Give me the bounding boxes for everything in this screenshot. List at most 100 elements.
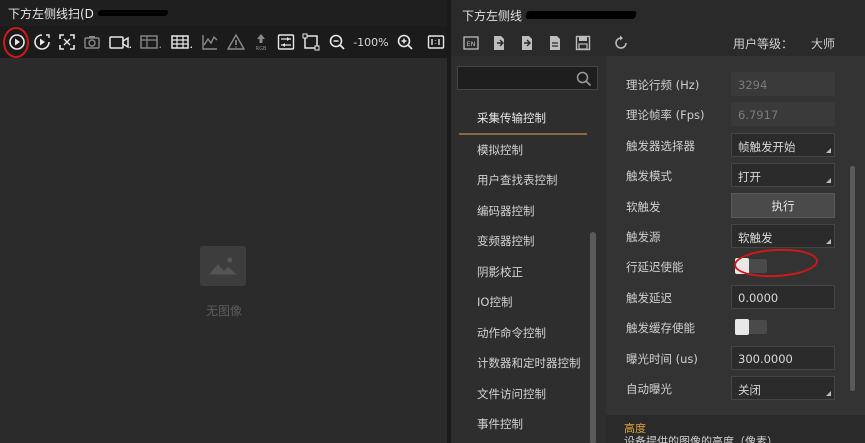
image-toolbar: RGB -100% [0, 26, 447, 58]
category-list: 采集传输控制 模拟控制 用户查找表控制 编码器控制 变频器控制 阴影校正 IO控… [459, 104, 587, 440]
toggle-knob [735, 319, 749, 335]
auto-exposure-dropdown[interactable]: 关闭 [731, 376, 835, 400]
category-item[interactable]: 用户查找表控制 [459, 165, 587, 196]
rgb-upload-icon: RGB [256, 34, 267, 51]
record-button[interactable] [107, 31, 134, 53]
property-row: 触发源 软触发 [606, 221, 846, 251]
document-icon [550, 36, 560, 50]
category-item[interactable]: 模拟控制 [459, 135, 587, 166]
description-panel: 高度 设备提供的图像的高度（像素） [606, 415, 865, 443]
zoom-out-icon [329, 34, 345, 50]
import-button[interactable] [488, 32, 510, 54]
grid-button[interactable] [169, 31, 196, 53]
video-camera-icon [109, 36, 132, 49]
settings-panel-button[interactable] [276, 31, 297, 53]
trigger-mode-dropdown[interactable]: 打开 [731, 163, 835, 187]
right-titlebar: 下方左侧线 [451, 0, 865, 30]
zoom-in-button[interactable] [395, 31, 416, 53]
description-text: 设备提供的图像的高度（像素） [624, 435, 778, 443]
grid-icon [171, 35, 193, 49]
property-row: 触发器选择器 帧触发开始 [606, 130, 846, 160]
category-scrollbar[interactable] [590, 232, 596, 443]
zoom-in-icon [397, 34, 413, 50]
en-icon: EN [463, 36, 479, 50]
overlay-grid-button[interactable] [138, 31, 165, 53]
trigger-source-dropdown[interactable]: 软触发 [731, 224, 835, 248]
property-scrollbar[interactable] [850, 166, 855, 391]
property-grid: 理论行频 (Hz) 3294 理论帧率 (Fps) 6.7917 触发器选择器 … [606, 56, 865, 443]
property-row: 触发模式 打开 [606, 160, 846, 190]
toggle-knob [735, 258, 749, 274]
property-row: 行延迟使能 [606, 251, 846, 281]
histogram-button[interactable] [200, 31, 221, 53]
user-level-select[interactable]: 大师 [811, 35, 835, 52]
table-icon [140, 35, 162, 49]
trigger-selector-dropdown[interactable]: 帧触发开始 [731, 133, 835, 157]
property-row: 理论行频 (Hz) 3294 [606, 69, 846, 99]
category-item[interactable]: 事件控制 [459, 409, 587, 440]
category-item[interactable]: 文件访问控制 [459, 379, 587, 410]
search-input[interactable] [457, 66, 598, 90]
warning-button[interactable] [225, 31, 246, 53]
trigger-cache-enable-toggle[interactable] [735, 319, 767, 335]
save-button[interactable] [572, 32, 594, 54]
warning-triangle-icon [226, 33, 245, 50]
no-image-icon [200, 246, 246, 286]
category-panel: 采集传输控制 模拟控制 用户查找表控制 编码器控制 变频器控制 阴影校正 IO控… [451, 56, 606, 443]
fit-window-button[interactable] [56, 31, 77, 53]
software-trigger-execute-button[interactable]: 执行 [731, 193, 835, 218]
line-chart-icon [202, 35, 218, 50]
left-window-title: 下方左侧线扫(D [8, 6, 94, 21]
property-row: 触发缓存使能 [606, 312, 846, 342]
single-frame-button[interactable] [31, 31, 52, 53]
line-delay-enable-toggle[interactable] [735, 258, 767, 274]
actual-size-button[interactable] [426, 31, 447, 53]
export-button[interactable] [516, 32, 538, 54]
refresh-button[interactable] [610, 32, 632, 54]
zoom-level: -100% [353, 35, 389, 49]
category-item[interactable]: IO控制 [459, 287, 587, 318]
image-view-pane: 下方左侧线扫(D RGB -100% 无图像 [0, 0, 447, 443]
right-window-title: 下方左侧线 [462, 8, 523, 23]
file-export-icon [522, 36, 532, 50]
property-row: 触发延迟 0.0000 [606, 282, 846, 312]
file-import-icon [494, 36, 504, 50]
category-item[interactable]: 编码器控制 [459, 196, 587, 227]
user-level: 用户等级： 大师 [733, 35, 835, 52]
category-item[interactable]: 采集传输控制 [459, 104, 587, 135]
play-circle-icon [8, 34, 25, 50]
start-acquisition-button[interactable] [6, 31, 27, 53]
category-item[interactable]: 变频器控制 [459, 226, 587, 257]
property-label: 理论行频 (Hz) [626, 78, 700, 92]
fit-icon [59, 34, 75, 50]
left-titlebar: 下方左侧线扫(D [0, 0, 447, 26]
one-to-one-icon [428, 35, 445, 49]
trigger-delay-input[interactable]: 0.0000 [731, 285, 835, 309]
property-label: 自动曝光 [626, 382, 672, 396]
refresh-icon [615, 35, 627, 49]
snapshot-button[interactable] [82, 31, 103, 53]
roi-button[interactable] [301, 31, 322, 53]
exposure-time-input[interactable]: 300.0000 [731, 346, 835, 370]
zoom-out-button[interactable] [326, 31, 347, 53]
user-level-label: 用户等级： [732, 37, 793, 51]
search-icon[interactable] [575, 70, 593, 88]
rgb-export-button[interactable]: RGB [250, 31, 271, 53]
frame-rate-field: 6.7917 [731, 102, 835, 126]
category-item[interactable]: 计数器和定时器控制 [459, 348, 587, 379]
category-item[interactable]: 动作命令控制 [459, 318, 587, 349]
sliders-icon [277, 34, 295, 50]
document-button[interactable] [544, 32, 566, 54]
property-row: 自动曝光 关闭 [606, 373, 846, 403]
no-image-label: 无图像 [206, 304, 243, 318]
redacted-text [525, 11, 637, 19]
camera-icon [84, 36, 100, 49]
property-row: 理论帧率 (Fps) 6.7917 [606, 99, 846, 129]
language-button[interactable]: EN [460, 32, 482, 54]
property-label: 触发模式 [626, 169, 672, 183]
category-item[interactable]: 阴影校正 [459, 257, 587, 288]
crop-square-icon [302, 33, 320, 51]
property-label: 曝光时间 (us) [626, 352, 698, 366]
property-label: 触发器选择器 [626, 139, 695, 153]
play-step-icon [34, 34, 50, 50]
